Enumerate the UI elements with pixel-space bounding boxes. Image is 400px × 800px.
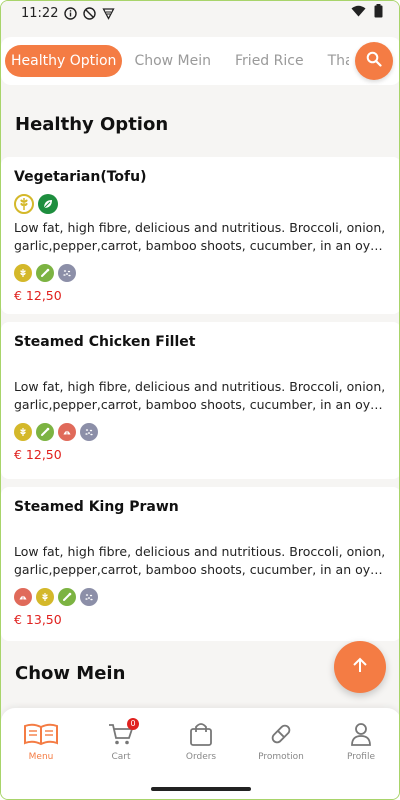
no-disturb-icon	[83, 6, 97, 20]
bottom-navigation: Menu 0 Cart Orders Promotion Profile	[1, 708, 399, 774]
nav-promotion[interactable]: Promotion	[241, 722, 321, 762]
tab-thai[interactable]: Thai	[316, 45, 349, 77]
item-badges	[14, 191, 388, 217]
tab-label: Fried Rice	[235, 53, 304, 69]
celery-icon	[36, 264, 54, 282]
item-name: Vegetarian(Tofu)	[14, 169, 147, 185]
nav-orders[interactable]: Orders	[161, 722, 241, 762]
allergen-icons	[14, 423, 388, 441]
sesame-icon	[80, 423, 98, 441]
section-title: Healthy Option	[15, 114, 169, 135]
description-line: garlic,pepper,carrot, bamboo shoots, cuc…	[14, 397, 388, 412]
bag-icon	[188, 722, 214, 749]
description-line: Low fat, high fibre, delicious and nutri…	[14, 379, 386, 394]
description-line: Low fat, high fibre, delicious and nutri…	[14, 220, 386, 235]
item-description: Low fat, high fibre, delicious and nutri…	[14, 219, 388, 255]
item-price: € 13,50	[14, 612, 62, 627]
tab-fried-rice[interactable]: Fried Rice	[223, 45, 316, 77]
nav-profile[interactable]: Profile	[321, 722, 399, 762]
wheat-icon	[14, 194, 34, 214]
nav-label: Menu	[28, 752, 54, 762]
pill-icon	[268, 722, 294, 749]
celery-icon	[58, 588, 76, 606]
tab-chow-mein[interactable]: Chow Mein	[122, 45, 223, 77]
nav-label: Orders	[185, 752, 217, 762]
allergen-icons	[14, 588, 388, 606]
shellfish-icon	[14, 588, 32, 606]
sesame-icon	[80, 588, 98, 606]
description-line: garlic,pepper,carrot, bamboo shoots, cuc…	[14, 562, 388, 577]
celery-icon	[36, 423, 54, 441]
scroll-top-button[interactable]	[334, 641, 386, 693]
section-title: Chow Mein	[15, 663, 126, 684]
item-price: € 12,50	[14, 447, 62, 462]
gluten-icon	[14, 264, 32, 282]
menu-item-card[interactable]: Vegetarian(Tofu) Low fat, high fibre, de…	[1, 157, 399, 314]
nav-label: Promotion	[258, 752, 304, 762]
cart-count-badge: 0	[127, 718, 139, 730]
tab-healthy-option[interactable]: Healthy Option	[5, 45, 123, 77]
menu-item-card[interactable]: Steamed Chicken Fillet Low fat, high fib…	[1, 322, 399, 479]
menu-book-icon	[23, 722, 59, 749]
item-name: Steamed King Prawn	[14, 499, 179, 515]
nav-label: Profile	[347, 752, 375, 762]
allergen-icons	[14, 264, 388, 282]
nav-cart[interactable]: 0 Cart	[81, 718, 161, 762]
item-price: € 12,50	[14, 288, 62, 303]
category-bar: Healthy Option Chow Mein Fried Rice Thai	[1, 37, 399, 85]
arrow-up-icon	[351, 656, 369, 678]
tab-label: Healthy Option	[11, 53, 117, 69]
search-button[interactable]	[355, 42, 393, 80]
info-icon	[64, 6, 78, 20]
vpn-icon	[102, 7, 116, 20]
nav-label: Cart	[111, 752, 131, 762]
gluten-icon	[14, 423, 32, 441]
wifi-icon	[351, 5, 366, 21]
item-description: Low fat, high fibre, delicious and nutri…	[14, 543, 388, 579]
app-frame: 11:22 Healthy Option Chow Mein Fried Ric…	[0, 0, 400, 800]
profile-icon	[348, 722, 374, 749]
sesame-icon	[58, 264, 76, 282]
category-tabs: Healthy Option Chow Mein Fried Rice Thai	[5, 43, 349, 79]
status-bar: 11:22	[1, 1, 399, 25]
search-icon	[366, 51, 382, 71]
gluten-icon	[36, 588, 54, 606]
shellfish-icon	[58, 423, 76, 441]
description-line: Low fat, high fibre, delicious and nutri…	[14, 544, 386, 559]
gesture-handle[interactable]	[151, 787, 251, 791]
item-description: Low fat, high fibre, delicious and nutri…	[14, 378, 388, 414]
leaf-icon	[38, 194, 58, 214]
tab-label: Chow Mein	[134, 53, 212, 69]
description-line: garlic,pepper,carrot, bamboo shoots, cuc…	[14, 238, 388, 253]
battery-icon	[374, 4, 383, 22]
nav-menu[interactable]: Menu	[1, 722, 81, 762]
tab-label: Thai	[327, 53, 349, 69]
menu-item-card[interactable]: Steamed King Prawn Low fat, high fibre, …	[1, 487, 399, 641]
status-time: 11:22	[21, 5, 59, 21]
item-name: Steamed Chicken Fillet	[14, 334, 196, 350]
